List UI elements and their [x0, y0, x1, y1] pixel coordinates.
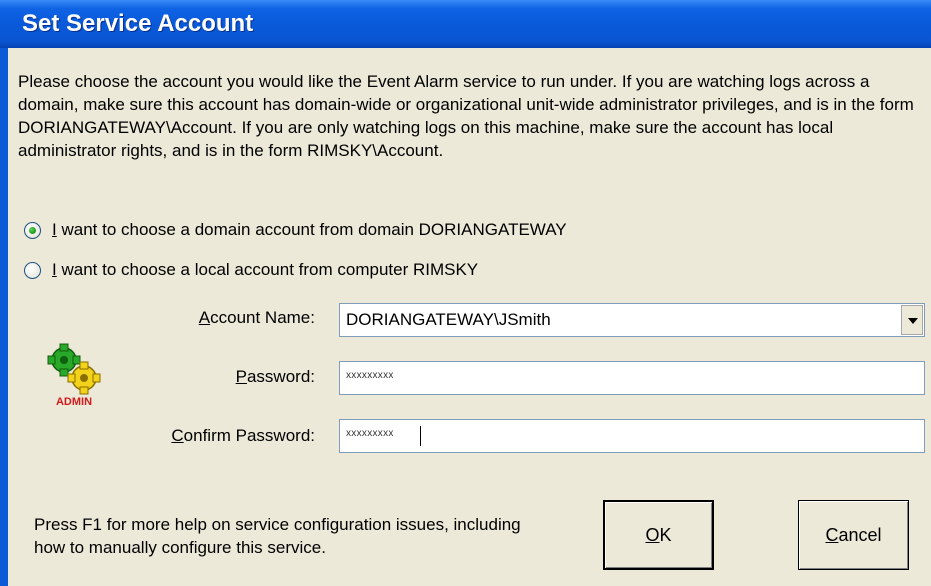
confirm-password-value: xxxxxxxxx [346, 428, 394, 439]
intro-text: Please choose the account you would like… [18, 72, 914, 160]
cancel-button[interactable]: Cancel [798, 500, 909, 570]
account-name-dropdown-button[interactable] [901, 305, 923, 335]
chevron-down-icon [908, 318, 918, 324]
radio-selected-dot [29, 227, 36, 234]
text-caret [420, 426, 421, 446]
password-label: Password: [235, 367, 315, 386]
radio-button-local[interactable] [24, 262, 41, 279]
dialog-title: Set Service Account [22, 10, 254, 37]
radio-button-domain[interactable] [24, 222, 41, 239]
password-field[interactable]: xxxxxxxxx [339, 361, 925, 395]
confirm-password-label: Confirm Password: [171, 426, 315, 445]
radio-domain-account[interactable]: I want to choose a domain account from d… [24, 219, 744, 245]
password-value: xxxxxxxxx [346, 370, 394, 381]
account-name-value: DORIANGATEWAY\JSmith [346, 310, 551, 329]
radio-local-label: I want to choose a local account from co… [52, 260, 479, 279]
help-text: Press F1 for more help on service config… [34, 515, 521, 557]
ok-button[interactable]: OK [603, 500, 714, 570]
radio-domain-label: I want to choose a domain account from d… [52, 220, 567, 239]
account-name-combobox[interactable]: DORIANGATEWAY\JSmith [339, 303, 925, 337]
confirm-password-field[interactable]: xxxxxxxxx [339, 419, 925, 453]
admin-caption: ADMIN [56, 396, 92, 408]
title-bar: Set Service Account [0, 0, 931, 48]
radio-local-account[interactable]: I want to choose a local account from co… [24, 259, 704, 285]
account-name-label: Account Name: [198, 308, 315, 327]
